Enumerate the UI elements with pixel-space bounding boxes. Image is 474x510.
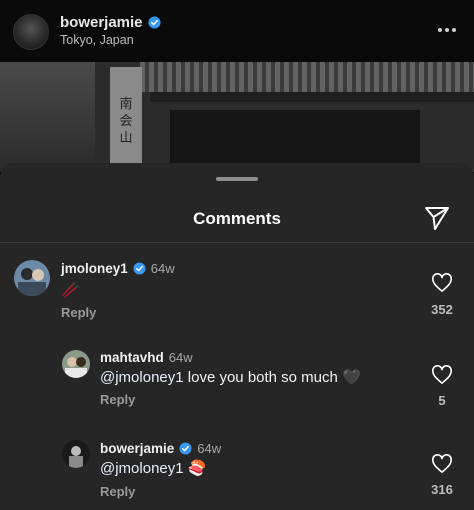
comment-body: 🍣	[183, 460, 207, 477]
commenter-avatar[interactable]	[14, 260, 50, 296]
comment-time: 64w	[168, 350, 193, 365]
heart-icon[interactable]	[431, 365, 453, 385]
like-count: 5	[438, 393, 446, 408]
comment-text: @jmoloney1 love you both so much 🖤	[100, 368, 361, 386]
sheet-title: Comments	[193, 209, 281, 228]
comment-text: @jmoloney1 🍣	[100, 459, 206, 477]
drag-handle[interactable]	[216, 177, 258, 181]
avatar-photo-icon	[14, 260, 50, 296]
reply-button[interactable]: Reply	[100, 484, 135, 499]
reply-button[interactable]: Reply	[61, 305, 96, 320]
comment-time: 64w	[150, 261, 175, 276]
comment-username[interactable]: jmoloney1	[61, 261, 128, 276]
comment-username[interactable]: bowerjamie	[100, 441, 174, 456]
verified-badge-icon	[133, 262, 146, 275]
verified-badge-icon	[147, 16, 161, 29]
post-author-username[interactable]: bowerjamie	[60, 14, 143, 31]
comment-time: 64w	[197, 441, 222, 456]
post-location[interactable]: Tokyo, Japan	[60, 33, 134, 47]
share-send-icon[interactable]	[424, 205, 450, 231]
reply-button[interactable]: Reply	[100, 392, 135, 407]
comments-sheet: Comments jmoloney1 64w 🥢 Reply 352 mahta…	[0, 163, 474, 510]
like-count: 352	[431, 302, 453, 317]
heart-icon[interactable]	[431, 454, 453, 474]
post-header: bowerjamie Tokyo, Japan	[0, 0, 474, 62]
post-author[interactable]: bowerjamie	[60, 14, 161, 31]
commenter-avatar[interactable]	[62, 350, 90, 378]
avatar-photo-icon	[62, 350, 90, 378]
stone-sign-text: 南会山	[119, 97, 133, 146]
verified-badge-icon	[179, 442, 192, 455]
like-count: 316	[431, 482, 453, 497]
divider	[0, 242, 474, 243]
avatar-photo-icon	[62, 440, 90, 468]
mention-link[interactable]: @jmoloney1	[100, 460, 184, 477]
post-author-avatar[interactable]	[13, 14, 49, 50]
commenter-avatar[interactable]	[62, 440, 90, 468]
comment-emoji: 🥢	[61, 282, 80, 299]
more-options-icon[interactable]	[436, 22, 458, 38]
heart-icon[interactable]	[431, 273, 453, 293]
comment-text: 🥢	[61, 281, 80, 299]
post-photo: 南会山	[0, 62, 474, 172]
comment-username[interactable]: mahtavhd	[100, 350, 164, 365]
mention-link[interactable]: @jmoloney1	[100, 369, 184, 386]
comment-body: love you both so much 🖤	[183, 369, 361, 386]
